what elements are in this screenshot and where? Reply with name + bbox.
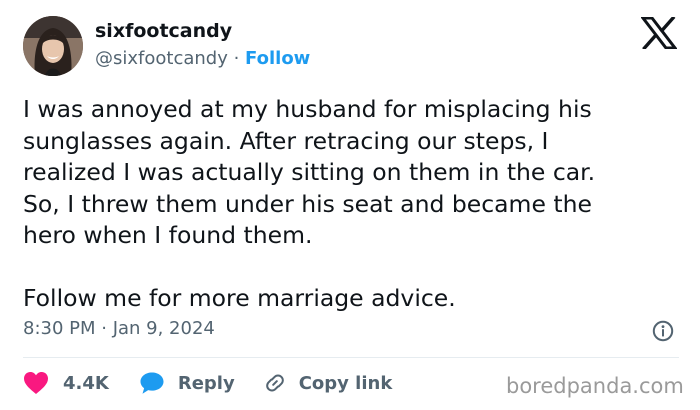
link-icon: [265, 374, 284, 392]
copy-link-label: Copy link: [298, 372, 393, 394]
handle[interactable]: @sixfootcandy: [95, 48, 228, 69]
info-icon[interactable]: [652, 320, 674, 342]
like-button[interactable]: 4.4K: [23, 371, 109, 395]
reply-button[interactable]: Reply: [139, 371, 235, 395]
avatar[interactable]: [23, 16, 83, 76]
display-name[interactable]: sixfootcandy: [95, 20, 232, 42]
x-logo-icon[interactable]: [639, 15, 679, 51]
divider: [23, 357, 679, 358]
action-bar: 4.4K Reply Copy link: [23, 370, 392, 396]
timestamp[interactable]: 8:30 PM · Jan 9, 2024: [23, 318, 215, 339]
watermark: boredpanda.com: [506, 374, 684, 398]
handle-row: @sixfootcandy · Follow: [95, 48, 310, 69]
follow-button[interactable]: Follow: [245, 48, 310, 69]
copy-link-button[interactable]: Copy link: [263, 371, 393, 395]
handle-separator: ·: [227, 48, 246, 69]
reply-label: Reply: [177, 372, 235, 394]
tweet-text: I was annoyed at my husband for misplaci…: [23, 95, 596, 312]
speech-bubble-icon: [140, 372, 164, 394]
heart-icon: [24, 372, 48, 394]
like-count: 4.4K: [63, 372, 109, 394]
